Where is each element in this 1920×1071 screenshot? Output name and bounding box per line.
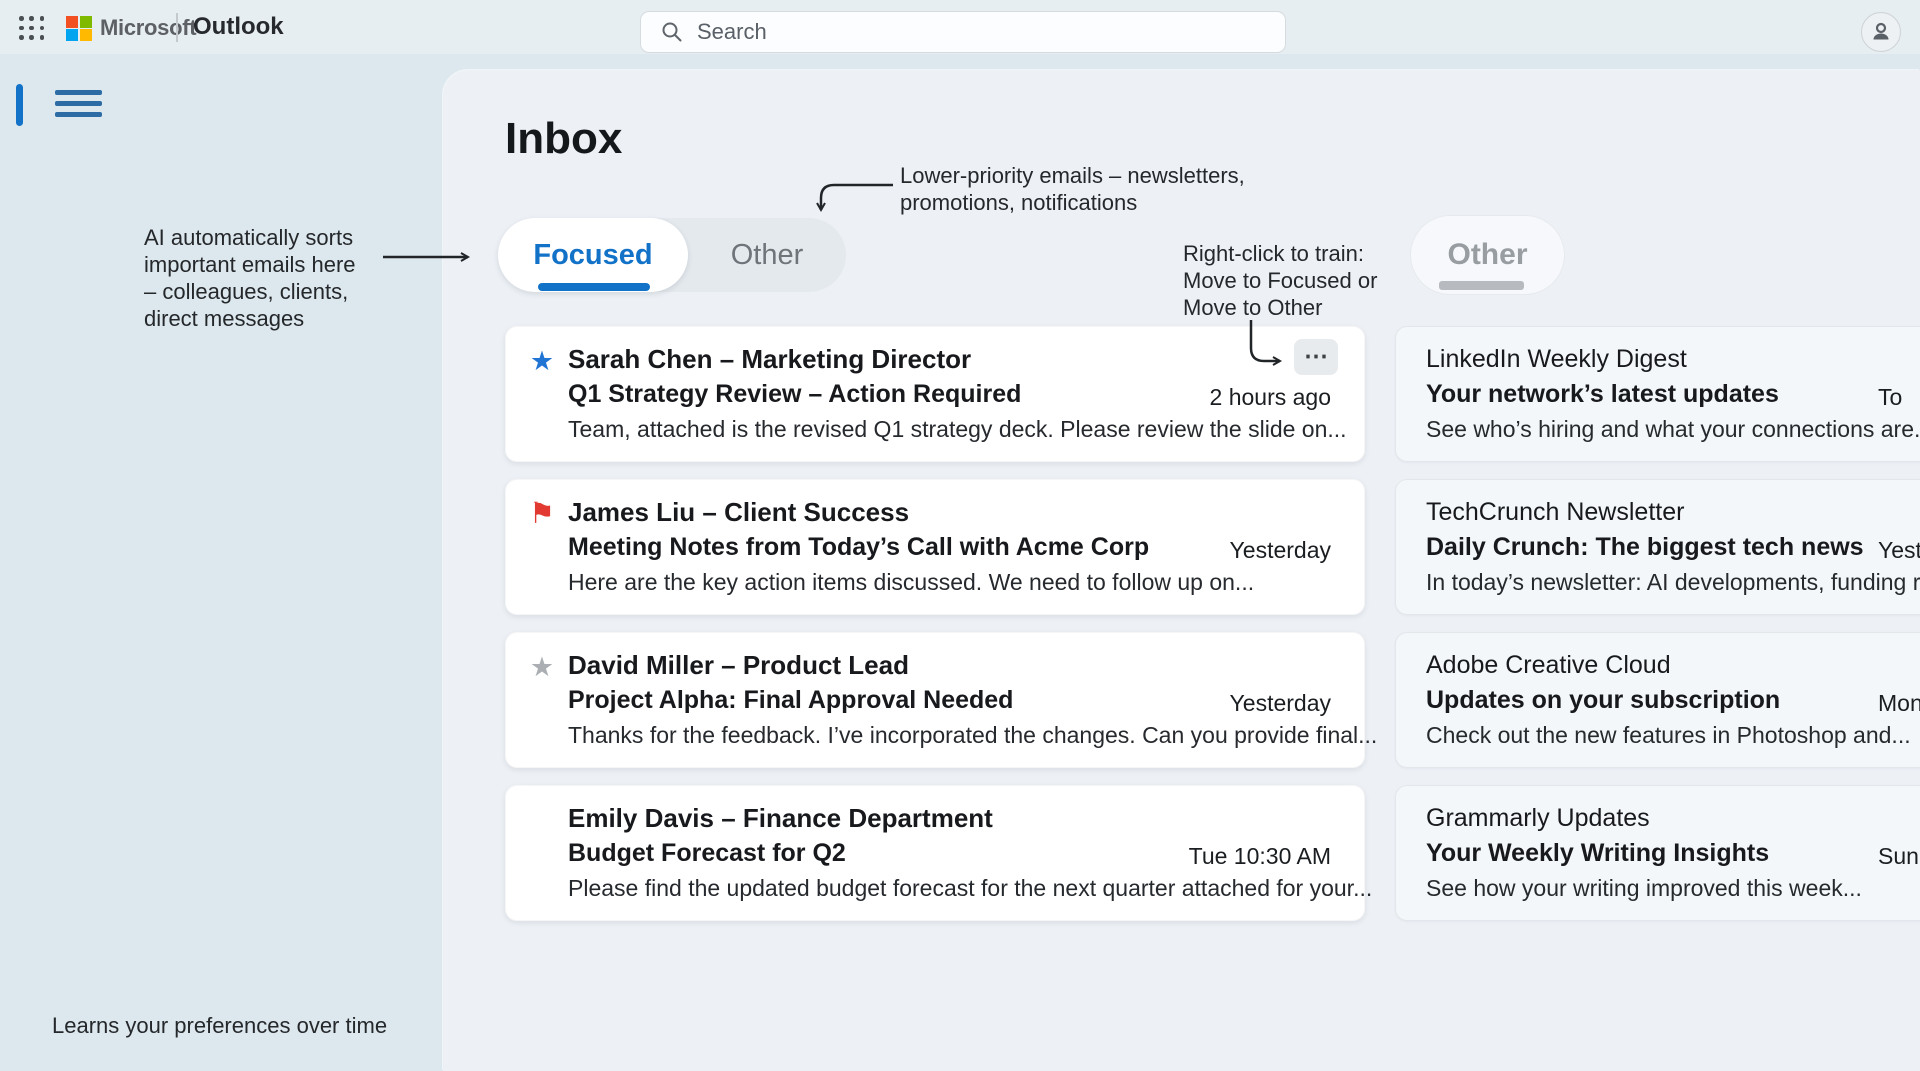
email-text: James Liu – Client Success Meeting Notes… bbox=[568, 495, 1214, 599]
email-time: Yest bbox=[1878, 537, 1920, 564]
email-card[interactable]: Emily Davis – Finance Department Budget … bbox=[505, 785, 1365, 921]
email-time: Yesterday bbox=[1230, 690, 1331, 717]
sidebar: Learns your preferences over time bbox=[0, 54, 443, 1071]
email-preview: In today’s newsletter: AI developments, … bbox=[1426, 565, 1806, 599]
email-card[interactable]: Adobe Creative Cloud Updates on your sub… bbox=[1395, 632, 1920, 768]
email-card[interactable]: ★ Sarah Chen – Marketing Director Q1 Str… bbox=[505, 326, 1365, 462]
email-sender: Grammarly Updates bbox=[1426, 801, 1806, 836]
email-card[interactable]: LinkedIn Weekly Digest Your network’s la… bbox=[1395, 326, 1920, 462]
email-time: Tue 10:30 AM bbox=[1189, 843, 1331, 870]
email-preview: Check out the new features in Photoshop … bbox=[1426, 718, 1806, 752]
email-sender: David Miller – Product Lead bbox=[568, 648, 1214, 683]
annotation-other: Lower-priority emails – newsletters, pro… bbox=[900, 162, 1245, 216]
email-subject: Daily Crunch: The biggest tech news bbox=[1426, 530, 1806, 565]
page-title: Inbox bbox=[505, 114, 622, 164]
star-icon[interactable]: ★ bbox=[526, 651, 558, 683]
email-text: LinkedIn Weekly Digest Your network’s la… bbox=[1426, 342, 1806, 446]
outlook-window: Microsoft Outlook Learns your preference… bbox=[0, 0, 1920, 1071]
focused-tab-underline bbox=[538, 283, 650, 291]
email-text: Grammarly Updates Your Weekly Writing In… bbox=[1426, 801, 1806, 905]
microsoft-logo-icon bbox=[66, 16, 91, 41]
search-icon bbox=[661, 21, 683, 43]
other-column-underline bbox=[1439, 281, 1524, 290]
email-sender: Sarah Chen – Marketing Director bbox=[568, 342, 1214, 377]
email-subject: Budget Forecast for Q2 bbox=[568, 836, 1214, 871]
tab-other[interactable]: Other bbox=[688, 218, 846, 292]
email-subject: Meeting Notes from Today’s Call with Acm… bbox=[568, 530, 1214, 565]
email-subject: Project Alpha: Final Approval Needed bbox=[568, 683, 1214, 718]
email-preview: Here are the key action items discussed.… bbox=[568, 565, 1214, 599]
email-preview: Team, attached is the revised Q1 strateg… bbox=[568, 412, 1214, 446]
email-time: Yesterday bbox=[1230, 537, 1331, 564]
email-sender: LinkedIn Weekly Digest bbox=[1426, 342, 1806, 377]
email-preview: Please find the updated budget forecast … bbox=[568, 871, 1214, 905]
search-input[interactable] bbox=[697, 19, 1237, 45]
other-column-label-text: Other bbox=[1447, 238, 1527, 271]
email-card[interactable]: ★ David Miller – Product Lead Project Al… bbox=[505, 632, 1365, 768]
star-icon[interactable]: ★ bbox=[526, 345, 558, 377]
menu-toggle-button[interactable] bbox=[55, 90, 102, 121]
other-column-label[interactable]: Other bbox=[1410, 215, 1565, 295]
inbox-tab-group: Focused Other bbox=[498, 218, 846, 292]
microsoft-label: Microsoft bbox=[100, 15, 196, 41]
email-sender: Emily Davis – Finance Department bbox=[568, 801, 1214, 836]
email-preview: See who’s hiring and what your connectio… bbox=[1426, 412, 1806, 446]
other-email-list: LinkedIn Weekly Digest Your network’s la… bbox=[1395, 326, 1920, 938]
brand-divider bbox=[176, 13, 178, 42]
email-card[interactable]: ⚑ James Liu – Client Success Meeting Not… bbox=[505, 479, 1365, 615]
search-box[interactable] bbox=[640, 11, 1286, 53]
learns-preferences-note: Learns your preferences over time bbox=[52, 1012, 387, 1039]
email-sender: James Liu – Client Success bbox=[568, 495, 1214, 530]
flag-icon[interactable]: ⚑ bbox=[526, 498, 558, 530]
focused-email-list: ★ Sarah Chen – Marketing Director Q1 Str… bbox=[505, 326, 1365, 938]
tab-focused[interactable]: Focused bbox=[498, 218, 688, 292]
tab-other-label: Other bbox=[731, 239, 804, 271]
app-launcher-button[interactable] bbox=[17, 14, 47, 42]
topbar: Microsoft Outlook bbox=[0, 0, 1920, 54]
annotation-focused: AI automatically sorts important emails … bbox=[144, 224, 356, 332]
account-button[interactable] bbox=[1861, 12, 1901, 52]
email-text: David Miller – Product Lead Project Alph… bbox=[568, 648, 1214, 752]
email-sender: Adobe Creative Cloud bbox=[1426, 648, 1806, 683]
email-preview: Thanks for the feedback. I’ve incorporat… bbox=[568, 718, 1214, 752]
email-text: Adobe Creative Cloud Updates on your sub… bbox=[1426, 648, 1806, 752]
email-preview: See how your writing improved this week.… bbox=[1426, 871, 1806, 905]
email-sender: TechCrunch Newsletter bbox=[1426, 495, 1806, 530]
email-time: To bbox=[1878, 384, 1902, 411]
app-title: Outlook bbox=[193, 13, 284, 41]
person-icon bbox=[1869, 20, 1893, 44]
email-subject: Q1 Strategy Review – Action Required bbox=[568, 377, 1214, 412]
email-time: Sun bbox=[1878, 843, 1919, 870]
more-options-button[interactable]: ⋯ bbox=[1294, 339, 1338, 375]
annotation-train: Right-click to train: Move to Focused or… bbox=[1183, 240, 1377, 321]
sidebar-accent-bar bbox=[16, 84, 23, 126]
tab-focused-label: Focused bbox=[533, 239, 652, 271]
email-card[interactable]: TechCrunch Newsletter Daily Crunch: The … bbox=[1395, 479, 1920, 615]
email-time: 2 hours ago bbox=[1210, 384, 1331, 411]
email-text: TechCrunch Newsletter Daily Crunch: The … bbox=[1426, 495, 1806, 599]
email-time: Mon bbox=[1878, 690, 1920, 717]
email-subject: Updates on your subscription bbox=[1426, 683, 1806, 718]
email-text: Sarah Chen – Marketing Director Q1 Strat… bbox=[568, 342, 1214, 446]
email-card[interactable]: Grammarly Updates Your Weekly Writing In… bbox=[1395, 785, 1920, 921]
email-subject: Your network’s latest updates bbox=[1426, 377, 1806, 412]
email-text: Emily Davis – Finance Department Budget … bbox=[568, 801, 1214, 905]
email-subject: Your Weekly Writing Insights bbox=[1426, 836, 1806, 871]
